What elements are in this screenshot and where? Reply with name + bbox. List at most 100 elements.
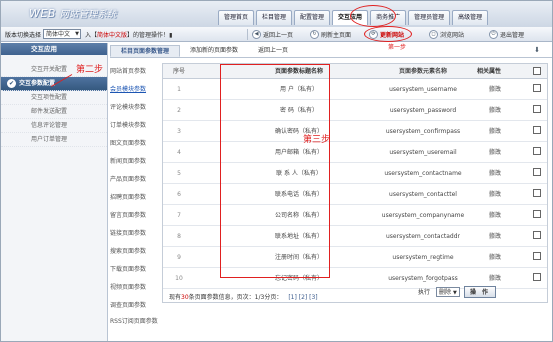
logout-icon: ⏻ (489, 30, 498, 39)
nav-tab-advanced[interactable]: 高级管理 (452, 10, 489, 25)
row-checkbox[interactable] (533, 147, 541, 155)
delete-link[interactable]: 删除 (489, 184, 501, 205)
main-panel: 栏目页面参数管理 添加新的页面参数 返回上一页 ⬇ 网站首页参数 会员模块参数 … (110, 43, 552, 341)
row-number: 5 (177, 170, 181, 177)
tab-add-param[interactable]: 添加新的页面参数 (180, 45, 248, 57)
sidebar-item-field-config[interactable]: 交互项性配置 (1, 91, 107, 105)
refresh-icon: ↻ (310, 30, 319, 39)
download-icon[interactable]: ⬇ (534, 46, 540, 54)
param-key: usersystem_contactname (384, 170, 462, 177)
step3-highlight (220, 64, 330, 278)
logout-button[interactable]: ⏻ 退出管理 (489, 29, 524, 40)
action-select[interactable]: 删除 ▼ (436, 287, 460, 297)
sidebar-item-mail-config[interactable]: 邮件发送配置 (1, 105, 107, 119)
top-header: WEB 网站管理系统 管理首页 栏目管理 配置管理 交互应用 商务推广 管理员管… (1, 1, 552, 27)
row-checkbox[interactable] (533, 189, 541, 197)
toolbar: 版本切换选择 简体中文 ▼ 入【简体中文版】的管理操作！▮ ◀ 返回上一页 ↻ 刷新主… (1, 27, 552, 42)
step1-update-highlight (364, 26, 412, 42)
action-button[interactable]: 操 作 (464, 286, 496, 298)
module-item[interactable]: 招聘页面参数 (110, 189, 162, 207)
nav-tab-columns[interactable]: 栏目管理 (256, 10, 293, 25)
back-arrow-icon: ◀ (252, 30, 261, 39)
param-key: usersystem_contactaddr (386, 233, 460, 240)
sidebar: 交互应用 交互开关配置 ✔ 交互参数配置 交互项性配置 邮件发送配置 信息评论管理… (1, 43, 108, 341)
row-checkbox[interactable] (533, 126, 541, 134)
module-item[interactable]: 留言页面参数 (110, 207, 162, 225)
sidebar-item-comments[interactable]: 信息评论管理 (1, 119, 107, 133)
delete-link[interactable]: 删除 (489, 205, 501, 226)
pagination-links[interactable]: [1] [2] [3] (288, 294, 317, 301)
delete-link[interactable]: 删除 (489, 121, 501, 142)
chevron-down-icon: ▼ (75, 31, 80, 37)
row-number: 4 (177, 149, 181, 156)
module-item-member[interactable]: 会员模块参数 (110, 81, 162, 99)
param-key: usersystem_confirmpass (385, 128, 461, 135)
back-button[interactable]: ◀ 返回上一页 (252, 29, 293, 40)
module-item[interactable]: RSS订阅页面参数 (110, 315, 162, 337)
app-logo: WEB 网站管理系统 (29, 7, 117, 20)
param-key: usersystem_useremail (389, 149, 457, 156)
delete-link[interactable]: 删除 (489, 163, 501, 184)
nav-tab-admins[interactable]: 管理员管理 (408, 10, 451, 25)
row-checkbox[interactable] (533, 231, 541, 239)
sidebar-item-orders[interactable]: 用户订单管理 (1, 133, 107, 147)
step2-label: 第二步 (76, 65, 104, 75)
row-number: 10 (175, 275, 183, 282)
sidebar-heading: 交互应用 (1, 43, 107, 55)
language-select[interactable]: 简体中文 ▼ (43, 29, 82, 39)
module-item[interactable]: 评论模块参数 (110, 99, 162, 117)
step1-highlight (350, 5, 396, 27)
sub-tabs: 栏目页面参数管理 添加新的页面参数 返回上一页 (110, 45, 552, 58)
nav-tab-home[interactable]: 管理首页 (218, 10, 255, 25)
browse-icon: ◻ (429, 30, 438, 39)
row-number: 7 (177, 212, 181, 219)
module-item[interactable]: 新闻页面参数 (110, 153, 162, 171)
refresh-button[interactable]: ↻ 刷新主页面 (310, 29, 351, 40)
step3-label: 第三步 (303, 135, 331, 145)
module-item[interactable]: 产品页面参数 (110, 171, 162, 189)
row-checkbox[interactable] (533, 84, 541, 92)
module-item[interactable]: 图文页面参数 (110, 135, 162, 153)
row-checkbox[interactable] (533, 273, 541, 281)
action-label: 执行 (418, 289, 431, 296)
language-label: 版本切换选择 (5, 31, 42, 39)
row-number: 2 (177, 107, 181, 114)
nav-tab-config[interactable]: 配置管理 (294, 10, 331, 25)
site-info: 入【简体中文版】的管理操作！▮ (85, 31, 173, 39)
delete-link[interactable]: 删除 (489, 100, 501, 121)
col-header-no: 序号 (173, 68, 186, 75)
param-key: usersystem_regtime (392, 254, 454, 261)
delete-link[interactable]: 删除 (489, 142, 501, 163)
row-checkbox[interactable] (533, 252, 541, 260)
param-key: usersystem_username (389, 86, 457, 93)
tab-param-manage[interactable]: 栏目页面参数管理 (110, 45, 181, 57)
delete-link[interactable]: 删除 (489, 226, 501, 247)
row-number: 9 (177, 254, 181, 261)
module-item[interactable]: 搜索页面参数 (110, 243, 162, 261)
check-icon: ✔ (7, 79, 16, 88)
module-item[interactable]: 下载页面参数 (110, 261, 162, 279)
tab-go-back[interactable]: 返回上一页 (248, 45, 298, 57)
toolbar-divider (247, 29, 248, 40)
chevron-down-icon: ▼ (452, 290, 457, 296)
row-checkbox[interactable] (533, 168, 541, 176)
browse-site-button[interactable]: ◻ 浏览网站 (429, 29, 464, 40)
select-all-checkbox[interactable] (533, 67, 541, 75)
module-item[interactable]: 视频页面参数 (110, 279, 162, 297)
module-item[interactable]: 订单模块参数 (110, 117, 162, 135)
row-number: 8 (177, 233, 181, 240)
module-item[interactable]: 链接页面参数 (110, 225, 162, 243)
param-key: usersystem_companyname (381, 212, 465, 219)
row-checkbox[interactable] (533, 105, 541, 113)
delete-link[interactable]: 删除 (489, 247, 501, 268)
delete-link[interactable]: 删除 (489, 79, 501, 100)
param-key: usersystem_password (389, 107, 457, 114)
param-key: usersystem_contacttel (389, 191, 457, 198)
module-item[interactable]: 网站首页参数 (110, 63, 162, 81)
step1-label: 第一步 (388, 44, 407, 51)
print-icon: ▮ (169, 31, 173, 39)
module-item[interactable]: 调查页面参数 (110, 297, 162, 315)
col-header-attr: 相关属性 (476, 68, 501, 75)
row-checkbox[interactable] (533, 210, 541, 218)
row-number: 1 (177, 86, 181, 93)
